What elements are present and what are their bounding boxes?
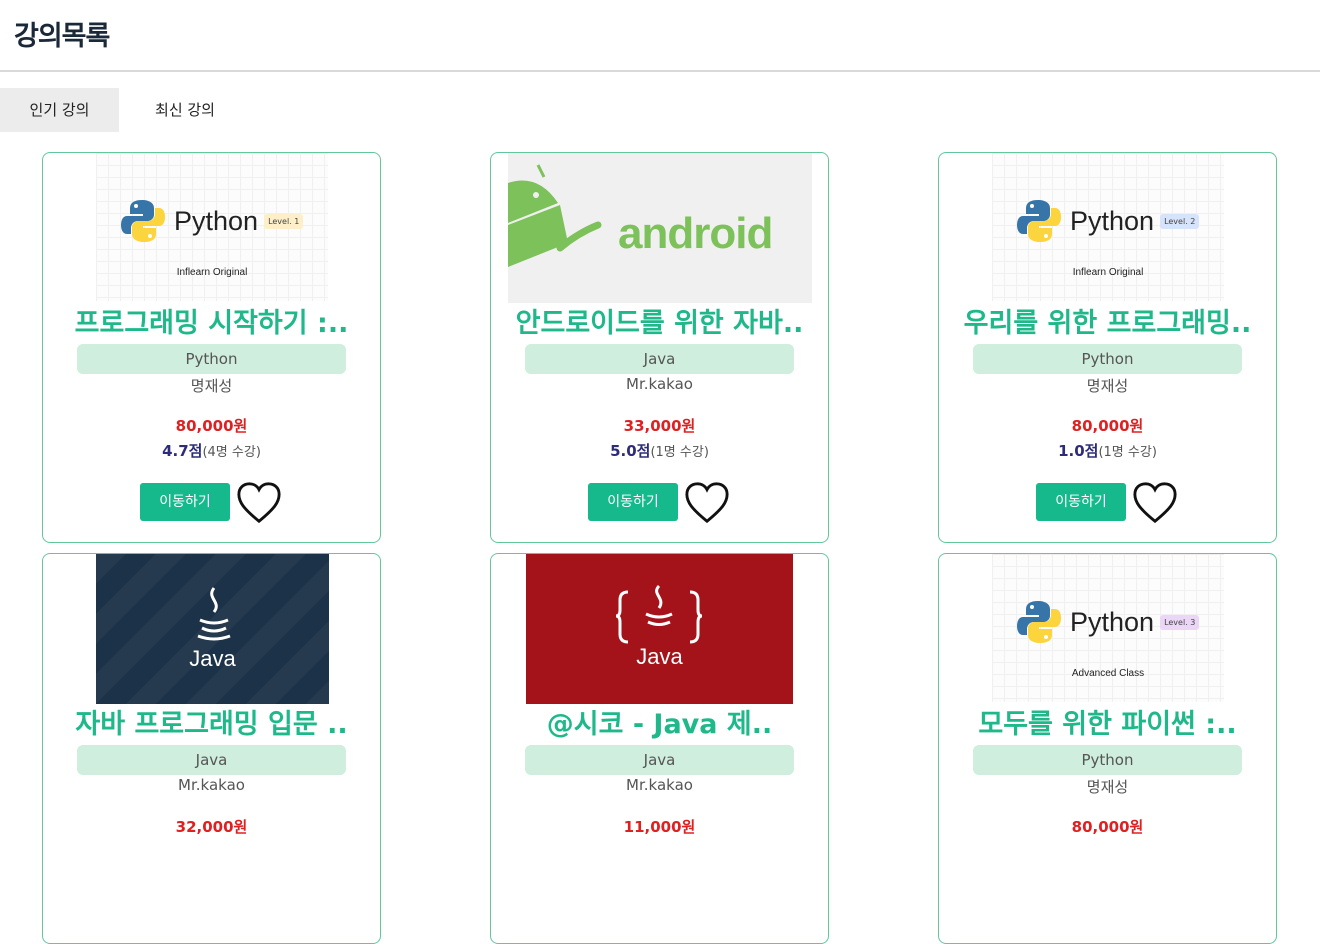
category-tag: Python bbox=[973, 745, 1242, 775]
level-badge: Level. 1 bbox=[264, 213, 304, 229]
course-thumbnail: Python Level. 2 Inflearn Original bbox=[992, 153, 1224, 301]
course-card: Python Level. 3 Advanced Class 모두를 위한 파이… bbox=[938, 553, 1277, 944]
course-thumbnail: Python Level. 1 Inflearn Original bbox=[96, 153, 328, 301]
heart-icon[interactable] bbox=[1132, 481, 1178, 525]
student-count: (1명 수강) bbox=[1098, 445, 1157, 460]
python-logo-icon bbox=[121, 200, 165, 242]
category-tag: Java bbox=[525, 344, 794, 374]
go-button[interactable]: 이동하기 bbox=[588, 483, 678, 521]
category-tag: Java bbox=[525, 745, 794, 775]
course-card: android 안드로이드를 위한 자바.. Java Mr.kakao 33,… bbox=[490, 152, 829, 543]
course-title[interactable]: 프로그래밍 시작하기 :.. bbox=[43, 301, 380, 340]
python-logo-icon bbox=[1017, 601, 1061, 643]
heart-icon[interactable] bbox=[236, 481, 282, 525]
course-rating: 4.7점(4명 수강) bbox=[43, 440, 380, 461]
page-header: 강의목록 bbox=[0, 0, 1320, 72]
course-price: 32,000원 bbox=[175, 818, 248, 836]
instructor-name: 명재성 bbox=[190, 377, 233, 395]
rating-score: 5.0점 bbox=[610, 442, 651, 460]
thumbnail-subtitle: Advanced Class bbox=[1071, 668, 1145, 679]
course-price: 33,000원 bbox=[623, 417, 696, 435]
course-title[interactable]: 우리를 위한 프로그래밍.. bbox=[939, 301, 1276, 340]
student-count: (4명 수강) bbox=[202, 445, 261, 460]
rating-score: 4.7점 bbox=[162, 442, 203, 460]
course-title[interactable]: @시코 - Java 제.. bbox=[491, 702, 828, 741]
java-logo-icon bbox=[197, 587, 231, 641]
tab-latest[interactable]: 최신 강의 bbox=[119, 88, 251, 132]
instructor-name: 명재성 bbox=[1086, 377, 1129, 395]
category-tag: Java bbox=[77, 745, 346, 775]
instructor-name: 명재성 bbox=[1086, 778, 1129, 796]
student-count: (1명 수강) bbox=[650, 445, 709, 460]
course-price: 80,000원 bbox=[175, 417, 248, 435]
thumbnail-title: android bbox=[618, 209, 773, 258]
python-logo-icon bbox=[1017, 200, 1061, 242]
course-thumbnail: Java bbox=[96, 554, 329, 704]
rating-score: 1.0점 bbox=[1058, 442, 1099, 460]
thumbnail-title: Python bbox=[1070, 205, 1155, 236]
thumbnail-title: Java bbox=[636, 644, 683, 669]
tab-popular[interactable]: 인기 강의 bbox=[0, 88, 119, 132]
level-badge: Level. 3 bbox=[1160, 614, 1200, 630]
instructor-name: Mr.kakao bbox=[626, 375, 693, 393]
course-card: Java 자바 프로그래밍 입문 .. Java Mr.kakao 32,000… bbox=[42, 553, 381, 944]
thumbnail-title: Python bbox=[174, 205, 259, 236]
course-tabs: 인기 강의 최신 강의 bbox=[0, 88, 251, 132]
level-badge: Level. 2 bbox=[1160, 213, 1200, 229]
course-title[interactable]: 자바 프로그래밍 입문 .. bbox=[43, 702, 380, 741]
category-tag: Python bbox=[973, 344, 1242, 374]
course-rating: 1.0점(1명 수강) bbox=[939, 440, 1276, 461]
heart-icon[interactable] bbox=[684, 481, 730, 525]
course-thumbnail: Java bbox=[526, 554, 793, 704]
instructor-name: Mr.kakao bbox=[178, 776, 245, 794]
instructor-name: Mr.kakao bbox=[626, 776, 693, 794]
thumbnail-title: Python bbox=[1070, 606, 1155, 637]
course-card: Python Level. 2 Inflearn Original 우리를 위한… bbox=[938, 152, 1277, 543]
course-price: 80,000원 bbox=[1071, 417, 1144, 435]
course-title[interactable]: 안드로이드를 위한 자바.. bbox=[491, 301, 828, 340]
page-title: 강의목록 bbox=[14, 21, 110, 52]
thumbnail-title: Java bbox=[189, 646, 236, 671]
course-thumbnail: Python Level. 3 Advanced Class bbox=[992, 554, 1224, 702]
course-title[interactable]: 모두를 위한 파이썬 :.. bbox=[939, 702, 1276, 741]
thumbnail-subtitle: Inflearn Original bbox=[176, 267, 248, 278]
thumbnail-subtitle: Inflearn Original bbox=[1072, 267, 1144, 278]
category-tag: Python bbox=[77, 344, 346, 374]
go-button[interactable]: 이동하기 bbox=[1036, 483, 1126, 521]
go-button[interactable]: 이동하기 bbox=[140, 483, 230, 521]
course-card: Java @시코 - Java 제.. Java Mr.kakao 11,000… bbox=[490, 553, 829, 944]
course-thumbnail: android bbox=[508, 153, 812, 303]
course-card: Python Level. 1 Inflearn Original 프로그래밍 … bbox=[42, 152, 381, 543]
course-rating: 5.0점(1명 수강) bbox=[491, 440, 828, 461]
course-price: 11,000원 bbox=[623, 818, 696, 836]
android-robot-icon bbox=[508, 164, 602, 267]
course-price: 80,000원 bbox=[1071, 818, 1144, 836]
